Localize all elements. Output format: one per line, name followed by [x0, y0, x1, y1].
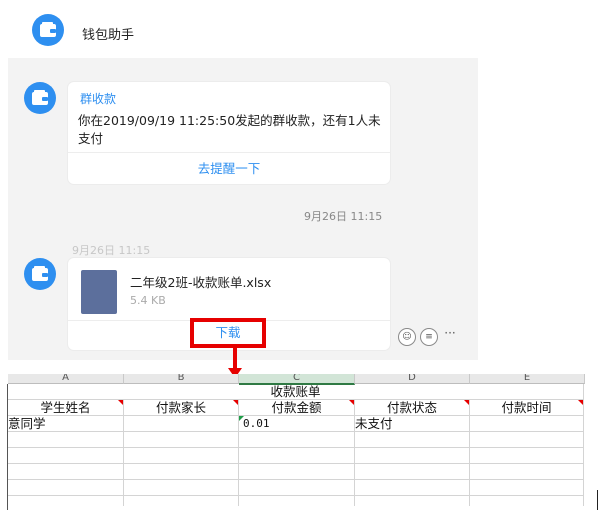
data-cell[interactable]: 未支付 [355, 416, 470, 432]
grid-line [469, 432, 470, 506]
grid-line [238, 432, 239, 506]
empty-row[interactable] [8, 464, 584, 480]
header-cell-text: 付款家长 [155, 400, 206, 415]
message-timestamp-faded: 9月26日 11:15 [72, 244, 151, 257]
column-header-d[interactable]: D [355, 374, 470, 384]
sender-avatar[interactable] [24, 258, 56, 290]
emoji-icon[interactable]: ☺ [398, 328, 416, 346]
wallet-icon [32, 90, 48, 105]
number-as-text-marker [239, 416, 244, 421]
divider [68, 152, 390, 153]
message-actions: ☺ ≡ ··· [398, 327, 458, 346]
header-cell-parent[interactable]: 付款家长 [124, 400, 239, 416]
wallet-assistant-avatar[interactable] [32, 14, 64, 46]
data-cell-amount[interactable]: 0.01 [239, 416, 355, 432]
card-title: 群收款 [80, 92, 117, 106]
empty-row[interactable] [8, 432, 584, 448]
data-cell[interactable] [124, 416, 239, 432]
download-button[interactable]: 下载 [190, 318, 266, 348]
empty-row[interactable] [8, 448, 584, 464]
annotation-arrow-shaft [233, 348, 237, 370]
sender-avatar[interactable] [24, 82, 56, 114]
more-icon[interactable]: ··· [442, 327, 458, 344]
file-message-card[interactable]: 二年级2班-收款账单.xlsx 5.4 KB 下载 [68, 258, 390, 350]
sheet-title-cell[interactable]: 收款账单 [8, 384, 584, 400]
data-cell[interactable] [470, 416, 584, 432]
column-header-b[interactable]: B [124, 374, 239, 384]
comment-marker [578, 400, 583, 405]
sheet-left-edge [7, 384, 8, 510]
header-cell-text: 学生姓名 [40, 400, 91, 415]
sheet-right-edge [597, 490, 598, 510]
comment-marker [118, 400, 123, 405]
file-size: 5.4 KB [130, 294, 166, 307]
message-timestamp: 9月26日 11:15 [304, 210, 383, 223]
data-cell-text: 0.01 [243, 417, 270, 430]
header-cell-amount[interactable]: 付款金额 [239, 400, 355, 416]
spreadsheet[interactable]: A B C D E 收款账单 学生姓名 付款家长 付款金额 付款状态 付款时间 … [8, 374, 596, 506]
header-cell-student-name[interactable]: 学生姓名 [8, 400, 124, 416]
header-cell-status[interactable]: 付款状态 [355, 400, 470, 416]
reply-icon[interactable]: ≡ [420, 328, 438, 346]
chat-title: 钱包助手 [82, 28, 135, 43]
empty-row[interactable] [8, 480, 584, 496]
empty-row[interactable] [8, 496, 584, 506]
remind-link[interactable]: 去提醒一下 [68, 158, 390, 177]
group-collection-card[interactable]: 群收款 你在2019/09/19 11:25:50发起的群收款，还有1人未支付 … [68, 82, 390, 184]
comment-marker [233, 400, 238, 405]
header-cell-text: 付款状态 [386, 400, 437, 415]
grid-line [354, 432, 355, 506]
comment-marker [349, 400, 354, 405]
file-icon [81, 270, 117, 314]
data-cell[interactable]: 意同学 [8, 416, 124, 432]
wallet-icon [32, 266, 48, 281]
header-cell-time[interactable]: 付款时间 [470, 400, 584, 416]
chat-panel: 群收款 你在2019/09/19 11:25:50发起的群收款，还有1人未支付 … [8, 58, 478, 360]
wallet-icon [40, 22, 56, 37]
header-cell-text: 付款时间 [501, 400, 552, 415]
file-name: 二年级2班-收款账单.xlsx [130, 275, 272, 290]
column-header-e[interactable]: E [470, 374, 585, 384]
header-cell-text: 付款金额 [271, 400, 322, 415]
column-header-a[interactable]: A [8, 374, 124, 384]
grid-line [123, 432, 124, 506]
comment-marker [464, 400, 469, 405]
card-body-text: 你在2019/09/19 11:25:50发起的群收款，还有1人未支付 [78, 113, 381, 146]
